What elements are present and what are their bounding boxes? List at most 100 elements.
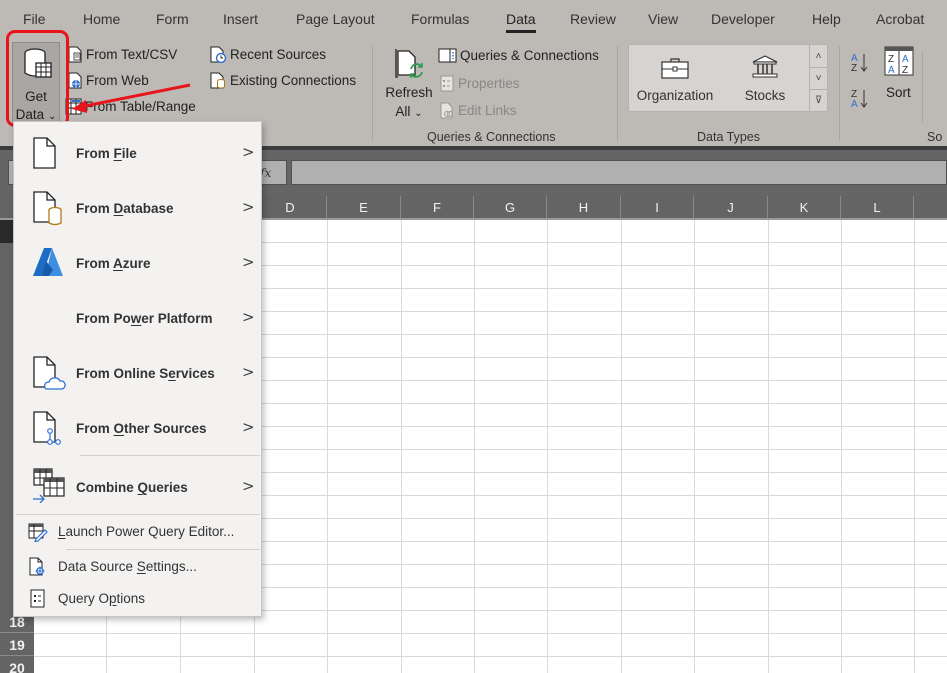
tab-home[interactable]: Home [83,11,120,27]
tab-acrobat[interactable]: Acrobat [876,11,924,27]
selected-row-indicator [0,220,14,243]
tab-form[interactable]: Form [156,11,189,27]
refresh-all-button[interactable]: Refresh All ⌄ [383,44,435,124]
menu-item-from-online-services[interactable]: From Online Services > [14,346,261,400]
gallery-more[interactable]: ⊽ [809,89,827,111]
label-text: atabase [123,201,174,216]
tab-file[interactable]: File [23,11,46,27]
grid-line [768,220,769,673]
menu-separator [80,455,260,456]
gallery-scroll-up[interactable]: ˄ [809,45,827,67]
sort-z-to-a-icon: ZA [851,89,868,110]
row-header-19[interactable]: 19 [0,634,34,656]
get-data-label-line2: Data ⌄ [13,107,59,122]
chevron-right-icon: > [242,198,255,216]
sort-button[interactable]: ZAAZ Sort [878,46,918,106]
label-text: Query O [58,591,110,606]
label-text: er Platform [141,311,213,326]
tab-formulas[interactable]: Formulas [411,11,469,27]
label-text: Combine [76,480,138,495]
tab-help[interactable]: Help [812,11,841,27]
recent-sources-button[interactable]: Recent Sources [210,43,326,65]
formula-input[interactable] [291,160,947,185]
column-header-j[interactable]: J [694,196,768,218]
grid-line [327,220,328,673]
from-text-csv-label: From Text/CSV [86,46,178,62]
refresh-icon [395,49,423,78]
menu-item-launch-power-query-editor[interactable]: Launch Power Query Editor... [14,517,261,547]
column-header-k[interactable]: K [768,196,841,218]
existing-connections-label: Existing Connections [230,72,357,88]
column-header-f[interactable]: F [401,196,474,218]
grid-line [841,220,842,673]
tab-insert[interactable]: Insert [223,11,258,27]
properties-button[interactable]: Properties [440,72,520,94]
database-table-icon [24,48,52,78]
edit-links-button[interactable]: Edit Links [440,99,517,121]
grid-line [401,220,402,673]
menu-item-from-other-sources[interactable]: From Other Sources > [14,401,261,455]
stocks-label: Stocks [744,88,786,103]
menu-item-from-azure[interactable]: From Azure > [14,236,261,290]
tab-page-layout[interactable]: Page Layout [296,11,375,27]
organization-data-type[interactable]: Organization [629,45,721,111]
existing-connections-button[interactable]: Existing Connections [210,69,356,91]
from-text-csv-button[interactable]: From Text/CSV [68,43,177,65]
access-key: w [130,311,142,326]
web-file-icon [68,72,82,88]
row-header-20[interactable]: 20 [0,657,34,673]
ribbon-tab-bar: File Home Form Insert Page Layout Formul… [0,0,947,38]
tab-view[interactable]: View [648,11,678,27]
menu-item-combine-queries[interactable]: Combine Queries > [14,458,261,512]
access-key: L [58,524,66,539]
tab-review[interactable]: Review [570,11,616,27]
chevron-down-icon: ⌄ [414,108,423,119]
file-icon [33,137,56,169]
label-text: ueries [148,480,188,495]
tab-developer[interactable]: Developer [711,11,775,27]
queries-connections-label: Queries & Connections [460,47,599,63]
sort-filter-group-label: So [927,130,943,144]
from-web-button[interactable]: From Web [68,69,149,91]
queries-group-label: Queries & Connections [427,130,556,144]
column-header-d[interactable]: D [254,196,327,218]
edit-links-label: Edit Links [458,102,517,118]
menu-item-from-file[interactable]: From File > [14,126,261,180]
menu-item-data-source-settings[interactable]: Data Source Settings... [14,552,261,582]
menu-item-query-options[interactable]: Query Options [14,584,261,614]
other-sources-icon [33,411,61,445]
menu-item-label: From Other Sources [76,421,207,436]
get-data-button[interactable]: Get Data ⌄ [12,42,60,124]
menu-item-from-power-platform[interactable]: From Power Platform > [14,291,261,345]
stocks-data-type[interactable]: Stocks [721,45,809,111]
label-text: ther Sources [124,421,207,436]
recent-sources-icon [210,46,227,63]
queries-connections-button[interactable]: Queries & Connections [438,44,599,66]
tab-data[interactable]: Data [506,11,536,33]
label-text: From [76,146,114,161]
refresh-all-text: All [395,104,411,119]
svg-text:A: A [902,54,909,65]
column-header-l[interactable]: L [841,196,914,218]
menu-item-from-database[interactable]: From Database > [14,181,261,235]
gallery-scroll-down[interactable]: ˅ [809,67,827,89]
grid-line [694,220,695,673]
menu-item-label: From Online Services [76,366,215,381]
stocks-bank-icon [752,55,778,78]
sort-descending-button[interactable]: ZA [850,86,870,112]
column-header-h[interactable]: H [547,196,621,218]
get-data-dropdown-menu: From File > From Database > From Azure >… [13,121,262,617]
column-header-e[interactable]: E [327,196,401,218]
sort-ascending-button[interactable]: AZ [850,50,870,76]
menu-item-label: From Database [76,201,174,216]
from-table-range-button[interactable]: From Table/Range [65,95,196,117]
sort-a-to-z-icon: AZ [851,53,868,74]
column-header-i[interactable]: I [621,196,694,218]
label-text: From [76,421,114,436]
from-web-label: From Web [86,72,149,88]
column-header-g[interactable]: G [474,196,547,218]
access-key: D [113,201,124,216]
access-key: S [136,559,146,574]
group-separator [922,52,923,122]
properties-label: Properties [458,75,520,91]
